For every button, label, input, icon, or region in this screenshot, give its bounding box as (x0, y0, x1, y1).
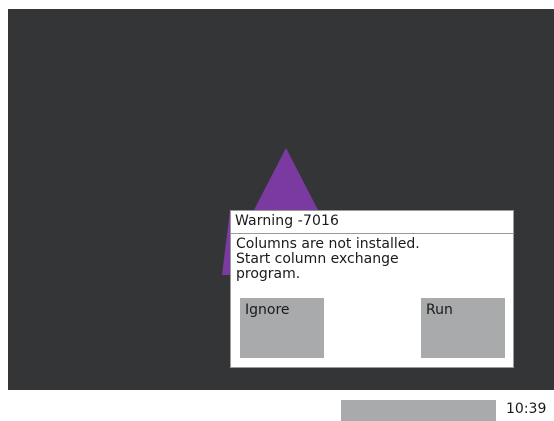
dialog-divider (231, 233, 513, 234)
ignore-button[interactable]: Ignore (240, 298, 324, 358)
ignore-button-label: Ignore (245, 302, 290, 318)
run-button-label: Run (426, 302, 453, 318)
dialog-message-line-2: Start column exchange (236, 251, 399, 267)
clock: 10:39 (506, 401, 547, 417)
dialog-title: Warning -7016 (235, 213, 339, 229)
status-bar: 10:39 (8, 390, 554, 421)
dialog-message: Columns are not installed. Start column … (236, 237, 506, 282)
dialog-message-line-1: Columns are not installed. (236, 236, 420, 252)
dialog-message-line-3: program. (236, 266, 301, 282)
status-field (341, 400, 496, 421)
warning-dialog: Warning -7016 Columns are not installed.… (230, 210, 514, 368)
device-frame: Warning -7016 Columns are not installed.… (0, 0, 554, 421)
logo-triangle-top (254, 148, 318, 210)
run-button[interactable]: Run (421, 298, 505, 358)
